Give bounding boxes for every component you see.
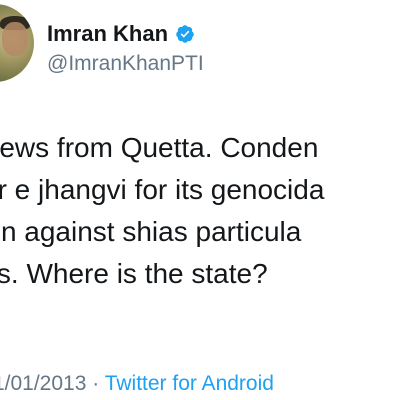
tweet-text-line: paign against shias particula bbox=[0, 216, 302, 247]
tweet-text: c news from Quetta. Conden kar e jhangvi… bbox=[0, 127, 400, 295]
verified-badge-icon bbox=[176, 25, 194, 43]
tweet-card: Imran Khan @ImranKhanPTI c news from Que… bbox=[0, 0, 400, 400]
tweet-text-line: ras. Where is the state? bbox=[0, 258, 268, 289]
author-name-row: Imran Khan bbox=[47, 21, 195, 47]
tweet-meta: · 11/01/2013 · Twitter for Android bbox=[0, 372, 274, 396]
avatar[interactable] bbox=[0, 4, 34, 82]
author-handle[interactable]: @ImranKhanPTI bbox=[47, 52, 204, 76]
tweet-date[interactable]: 11/01/2013 bbox=[0, 372, 86, 395]
meta-separator: · bbox=[92, 372, 100, 395]
avatar-face bbox=[2, 22, 28, 56]
tweet-source-link[interactable]: Twitter for Android bbox=[105, 372, 274, 395]
tweet-text-line: c news from Quetta. Conden bbox=[0, 132, 319, 163]
tweet-text-line: kar e jhangvi for its genocida bbox=[0, 174, 325, 205]
author-display-name[interactable]: Imran Khan bbox=[47, 21, 168, 47]
